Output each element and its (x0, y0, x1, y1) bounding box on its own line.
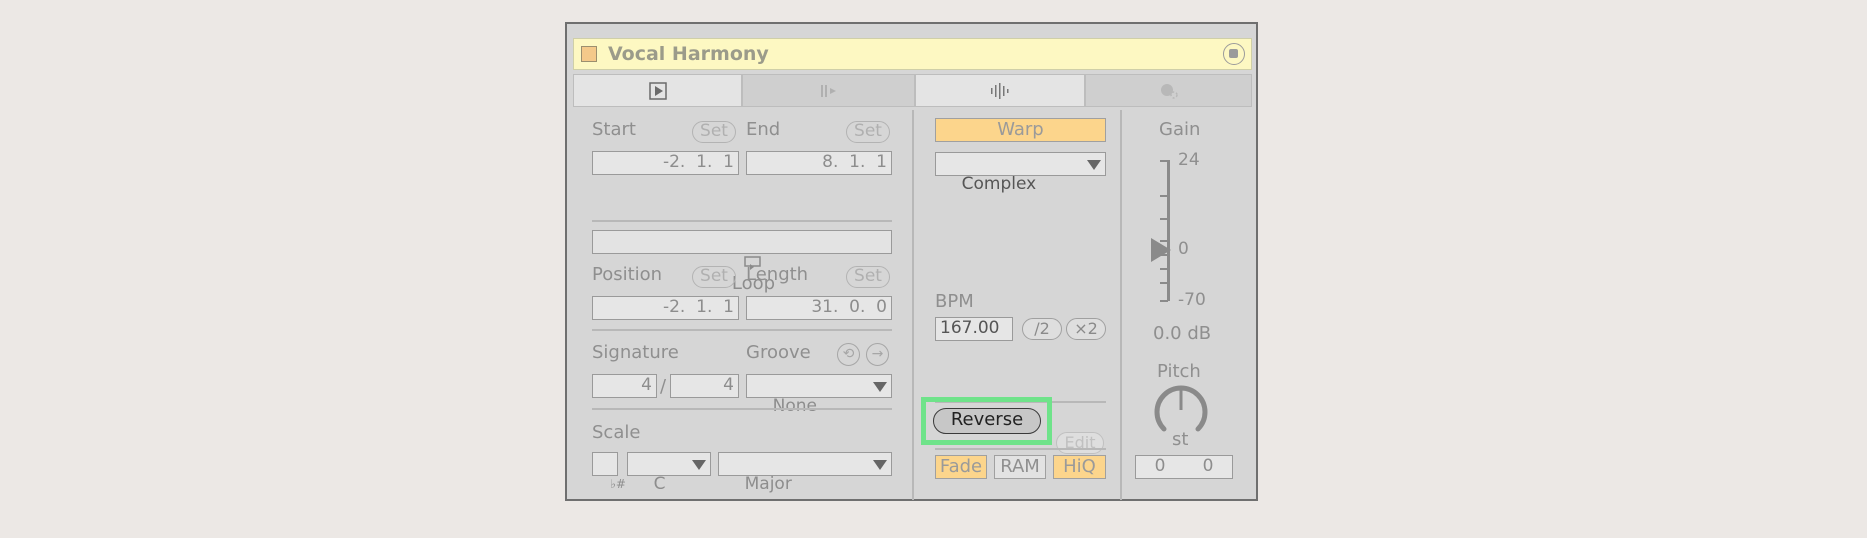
divider (592, 329, 892, 331)
bpm-label: BPM (935, 291, 974, 312)
chevron-down-icon (1087, 160, 1101, 170)
start-field[interactable]: -2. 1. 1 (592, 151, 739, 175)
tab-launch[interactable] (1085, 74, 1252, 107)
section-divider (912, 110, 914, 500)
bpm-field[interactable]: 167.00 (935, 317, 1013, 341)
pitch-coarse-value[interactable]: 0 (1155, 456, 1166, 478)
groove-hot-swap-icon[interactable]: ⟲ (837, 343, 860, 366)
scale-key-select[interactable]: C (627, 452, 711, 494)
end-set-button[interactable]: Set (846, 121, 890, 143)
chevron-down-icon (873, 460, 887, 470)
groove-commit-icon[interactable]: → (866, 343, 889, 366)
divider (592, 220, 892, 222)
gain-slider-handle[interactable] (1150, 237, 1172, 263)
pitch-field[interactable]: 0 0 (1135, 455, 1233, 479)
pitch-unit: st (1172, 429, 1189, 450)
half-tempo-button[interactable]: /2 (1022, 318, 1062, 340)
end-label: End (746, 119, 781, 140)
pitch-fine-value[interactable]: 0 (1203, 456, 1214, 478)
gain-tick (1160, 160, 1168, 162)
gain-tick (1160, 268, 1168, 270)
clip-tabs (573, 74, 1252, 107)
gain-tick (1160, 195, 1168, 197)
section-divider (1120, 110, 1122, 500)
divider (592, 408, 892, 410)
scale-mode-value: Major (744, 474, 792, 494)
play-clip-icon (648, 81, 667, 100)
signature-numerator-field[interactable]: 4 (592, 374, 657, 398)
clip-title-bar: Vocal Harmony (573, 38, 1252, 70)
accidental-icon: ♭# (610, 477, 626, 491)
signature-denominator-field[interactable]: 4 (670, 374, 739, 398)
gain-tick (1160, 282, 1168, 284)
length-set-button[interactable]: Set (846, 266, 890, 288)
position-label: Position (592, 264, 663, 285)
clip-name[interactable]: Vocal Harmony (608, 43, 769, 65)
warp-button[interactable]: Warp (935, 118, 1106, 142)
warp-mode-value: Complex (961, 174, 1037, 194)
accidental-toggle[interactable]: ♭# (592, 452, 626, 491)
end-field[interactable]: 8. 1. 1 (746, 151, 892, 175)
groove-select[interactable]: None (746, 374, 892, 416)
gain-label: Gain (1159, 119, 1201, 140)
scale-key-value: C (653, 474, 666, 494)
ram-button[interactable]: RAM (994, 455, 1046, 479)
gain-value: 0.0 dB (1153, 323, 1212, 344)
groove-label: Groove (746, 342, 811, 363)
launch-icon (1160, 83, 1178, 99)
envelope-icon (820, 84, 836, 97)
position-field[interactable]: -2. 1. 1 (592, 296, 739, 320)
gain-tick (1160, 218, 1168, 220)
signature-slash: / (660, 376, 667, 397)
start-set-button[interactable]: Set (692, 121, 736, 143)
groove-value: None (772, 396, 817, 416)
save-icon[interactable] (1223, 43, 1245, 65)
gain-tick (1160, 300, 1168, 302)
tab-clip[interactable] (573, 74, 742, 107)
gain-max-label: 24 (1178, 150, 1200, 170)
pitch-label: Pitch (1157, 361, 1201, 382)
edit-button[interactable]: Edit (1056, 432, 1104, 454)
chevron-down-icon (873, 382, 887, 392)
clip-view-panel: Vocal Harmony Start Set End Set -2. 1. 1… (565, 22, 1258, 501)
start-label: Start (592, 119, 636, 140)
reverse-button[interactable]: Reverse (933, 408, 1041, 434)
signature-label: Signature (592, 342, 679, 363)
gain-zero-label: 0 (1178, 239, 1189, 259)
length-label: Length (746, 264, 809, 285)
tab-envelopes[interactable] (742, 74, 915, 107)
scale-mode-select[interactable]: Major (718, 452, 892, 494)
hiq-button[interactable]: HiQ (1053, 455, 1106, 479)
gain-slider[interactable]: 24 0 -70 (1151, 150, 1225, 316)
waveform-icon (991, 82, 1009, 99)
length-field[interactable]: 31. 0. 0 (746, 296, 892, 320)
loop-button[interactable]: Loop (592, 230, 892, 294)
scale-label: Scale (592, 422, 641, 443)
divider (935, 448, 1106, 450)
fade-button[interactable]: Fade (935, 455, 987, 479)
clip-color-swatch[interactable] (581, 46, 597, 62)
double-tempo-button[interactable]: ×2 (1066, 318, 1106, 340)
gain-min-label: -70 (1178, 290, 1206, 310)
tab-sample[interactable] (915, 74, 1085, 107)
chevron-down-icon (692, 460, 706, 470)
gain-slider-track (1167, 160, 1170, 301)
position-set-button[interactable]: Set (692, 266, 736, 288)
warp-mode-select[interactable]: Complex (935, 152, 1106, 194)
